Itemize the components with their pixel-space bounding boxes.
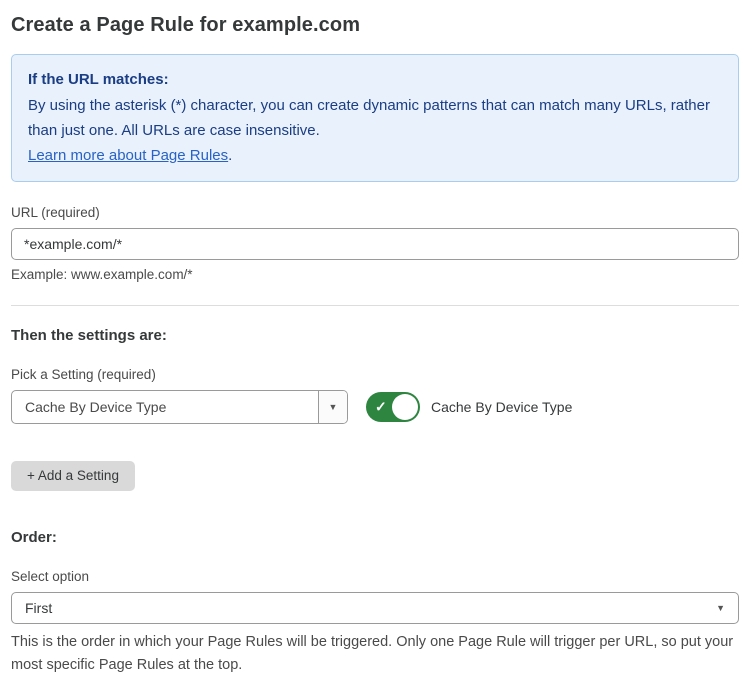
page-title: Create a Page Rule for example.com (11, 14, 739, 37)
setting-row: Cache By Device Type ▼ ✓ Cache By Device… (11, 390, 739, 424)
toggle-knob (392, 394, 418, 420)
section-divider (11, 305, 739, 306)
chevron-down-icon: ▼ (329, 403, 338, 412)
url-field-label: URL (required) (11, 205, 739, 220)
order-select[interactable]: First ▼ (11, 592, 739, 624)
setting-select-value: Cache By Device Type (12, 391, 318, 423)
toggle-label: Cache By Device Type (431, 399, 572, 415)
add-setting-button[interactable]: + Add a Setting (11, 461, 135, 491)
url-match-info-box: If the URL matches: By using the asteris… (11, 54, 739, 182)
info-box-heading: If the URL matches: (28, 67, 722, 92)
chevron-down-icon: ▼ (716, 604, 725, 613)
page-rule-form: Create a Page Rule for example.com If th… (0, 0, 750, 688)
url-example-helper: Example: www.example.com/* (11, 267, 739, 282)
order-select-value: First (12, 600, 716, 616)
link-suffix: . (228, 147, 232, 164)
info-box-body: By using the asterisk (*) character, you… (28, 93, 718, 143)
setting-select-arrow-segment[interactable]: ▼ (318, 391, 347, 423)
setting-picker-label: Pick a Setting (required) (11, 367, 739, 382)
settings-section-heading: Then the settings are: (11, 327, 739, 344)
order-helper-text: This is the order in which your Page Rul… (11, 631, 739, 677)
check-icon: ✓ (375, 399, 387, 416)
order-section-heading: Order: (11, 529, 739, 546)
url-input[interactable] (11, 228, 739, 260)
learn-more-link[interactable]: Learn more about Page Rules (28, 147, 228, 164)
info-box-link-line: Learn more about Page Rules. (28, 143, 722, 168)
order-select-label: Select option (11, 569, 739, 584)
setting-select[interactable]: Cache By Device Type ▼ (11, 390, 348, 424)
cache-by-device-toggle[interactable]: ✓ (366, 392, 420, 422)
